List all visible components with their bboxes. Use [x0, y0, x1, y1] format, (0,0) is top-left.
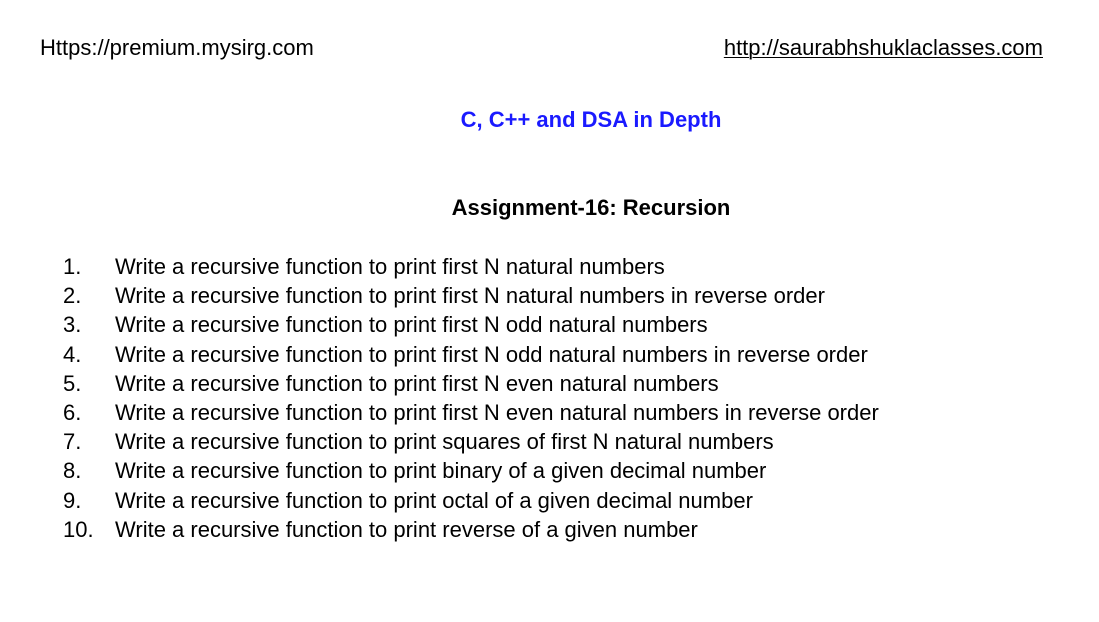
question-number: 2. [63, 283, 82, 309]
question-item: 4. Write a recursive function to print fi… [63, 340, 879, 369]
question-item: 1. Write a recursive function to print fi… [63, 252, 879, 281]
header-right-link[interactable]: http://saurabhshuklaclasses.com [724, 33, 1043, 63]
question-number: 5. [63, 370, 82, 396]
question-text: Write a recursive function to print squa… [115, 429, 774, 455]
header-left-link[interactable]: Https://premium.mysirg.com [40, 33, 314, 63]
question-text: Write a recursive function to print firs… [115, 370, 719, 396]
question-item: 10. Write a recursive function to print r… [63, 515, 879, 544]
question-text: Write a recursive function to print firs… [115, 283, 825, 309]
question-number: 8. [63, 458, 82, 484]
question-item: 2. Write a recursive function to print fi… [63, 281, 879, 310]
question-number: 10. [63, 516, 94, 542]
course-title: C, C++ and DSA in Depth [460, 107, 722, 132]
assignment-title: Assignment-16: Recursion [451, 195, 731, 220]
question-text: Write a recursive function to print firs… [115, 254, 665, 279]
question-text: Write a recursive function to print firs… [115, 399, 879, 425]
question-item: 6. Write a recursive function to print fi… [63, 398, 879, 427]
question-text: Write a recursive function to print firs… [115, 341, 868, 367]
question-text: Write a recursive function to print bina… [115, 458, 767, 484]
question-text: Write a recursive function to print octa… [115, 487, 753, 513]
question-item: 3. Write a recursive function to print fi… [63, 310, 879, 339]
question-number: 9. [63, 487, 82, 513]
question-number: 1. [63, 254, 82, 279]
question-number: 4. [63, 341, 82, 367]
question-number: 3. [63, 312, 82, 338]
question-number: 7. [63, 429, 82, 455]
question-item: 7. Write a recursive function to print sq… [63, 427, 879, 456]
question-text: Write a recursive function to print firs… [115, 312, 708, 338]
question-item: 9. Write a recursive function to print oc… [63, 486, 879, 515]
question-number: 6. [63, 399, 82, 425]
question-item: 8. Write a recursive function to print bi… [63, 456, 879, 485]
question-item: 5. Write a recursive function to print fi… [63, 369, 879, 398]
question-list: 1. Write a recursive function to print fi… [63, 252, 879, 544]
question-text: Write a recursive function to print reve… [115, 516, 698, 542]
